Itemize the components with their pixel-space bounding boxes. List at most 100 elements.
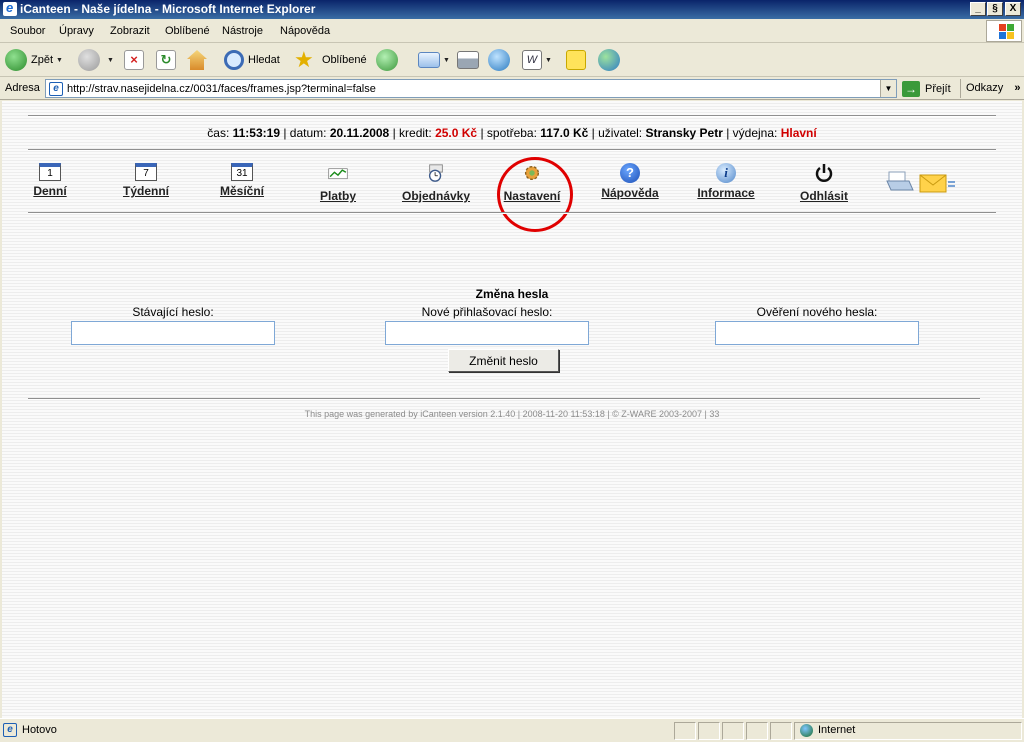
address-dropdown-icon[interactable]: ▼ bbox=[880, 80, 896, 97]
window-title-bar: iCanteen - Naše jídelna - Microsoft Inte… bbox=[0, 0, 1024, 19]
ie-icon bbox=[3, 0, 17, 16]
verify-password-input[interactable] bbox=[715, 321, 919, 345]
printer-icon bbox=[457, 51, 479, 69]
nav-weekly-label: Týdenní bbox=[122, 184, 169, 198]
favorites-button[interactable]: ★ Oblíbené bbox=[294, 48, 367, 72]
ie-page-icon: e bbox=[3, 723, 17, 737]
nav-daily-label: Denní bbox=[33, 184, 67, 198]
nav-orders[interactable]: Objednávky bbox=[398, 163, 474, 203]
credit-label: | kredit: bbox=[392, 126, 432, 140]
search-icon bbox=[224, 50, 244, 70]
divider bbox=[28, 149, 996, 151]
menu-file[interactable]: Soubor bbox=[10, 25, 45, 37]
user-value: Stransky Petr bbox=[645, 126, 723, 140]
address-label: Adresa bbox=[5, 82, 40, 94]
counter-label: | výdejna: bbox=[726, 126, 778, 140]
nav-payments-label: Platby bbox=[319, 189, 356, 203]
refresh-button[interactable]: ↻ bbox=[156, 48, 176, 72]
clock-icon bbox=[428, 164, 443, 182]
go-button[interactable]: → Přejít bbox=[902, 80, 951, 98]
contacts-button[interactable] bbox=[598, 48, 624, 72]
mail-button[interactable]: ▼ bbox=[418, 48, 450, 72]
messenger-icon bbox=[488, 49, 510, 71]
home-button[interactable] bbox=[187, 48, 207, 72]
divider bbox=[28, 212, 996, 214]
nav-info-label: Informace bbox=[697, 186, 755, 200]
change-password-button[interactable]: Změnit heslo bbox=[448, 349, 559, 372]
mail-icon[interactable] bbox=[919, 173, 957, 195]
search-label: Hledat bbox=[248, 54, 280, 66]
window-title: iCanteen - Naše jídelna - Microsoft Inte… bbox=[20, 2, 316, 16]
highlight-circle bbox=[497, 157, 573, 232]
new-password-input[interactable] bbox=[385, 321, 589, 345]
nav-monthly-label: Měsíční bbox=[219, 184, 264, 198]
back-button[interactable]: Zpět ▼ bbox=[5, 48, 63, 72]
refresh-icon: ↻ bbox=[156, 50, 176, 70]
ie-page-icon: e bbox=[49, 82, 63, 96]
credit-value: 25.0 Kč bbox=[435, 126, 478, 140]
status-cell bbox=[722, 722, 744, 740]
menu-tools[interactable]: Nástroje bbox=[222, 25, 263, 37]
word-icon: W bbox=[522, 50, 542, 70]
menu-edit[interactable]: Úpravy bbox=[59, 25, 94, 37]
nav-payments[interactable]: Platby bbox=[316, 163, 360, 203]
history-button[interactable] bbox=[376, 48, 402, 72]
current-password-input[interactable] bbox=[71, 321, 275, 345]
star-icon: ★ bbox=[294, 47, 314, 72]
notes-button[interactable] bbox=[566, 48, 586, 72]
links-button[interactable]: Odkazy » bbox=[960, 79, 1024, 98]
divider bbox=[28, 115, 996, 117]
nav-info[interactable]: i Informace bbox=[694, 163, 758, 200]
url-text[interactable]: http://strav.nasejidelna.cz/0031/faces/f… bbox=[67, 83, 376, 95]
dropdown-arrow-icon[interactable]: ▼ bbox=[545, 57, 552, 64]
current-password-label: Stávající heslo: bbox=[132, 305, 214, 319]
edit-button[interactable]: W ▼ bbox=[522, 48, 552, 72]
forward-button[interactable]: ▼ bbox=[78, 48, 114, 72]
back-label: Zpět bbox=[31, 54, 54, 66]
status-cell bbox=[698, 722, 720, 740]
links-label: Odkazy bbox=[966, 82, 1004, 94]
form-title: Změna hesla bbox=[475, 287, 549, 301]
nav-monthly[interactable]: 31 Měsíční bbox=[216, 163, 268, 198]
dropdown-arrow-icon[interactable]: ▼ bbox=[443, 57, 450, 64]
nav-daily[interactable]: 1 Denní bbox=[30, 163, 70, 198]
mail-icon bbox=[418, 52, 440, 68]
spend-label: | spotřeba: bbox=[480, 126, 537, 140]
note-icon bbox=[566, 50, 586, 70]
nav-logout-label: Odhlásit bbox=[799, 189, 848, 203]
menu-favorites[interactable]: Oblíbené bbox=[165, 25, 210, 37]
search-button[interactable]: Hledat bbox=[224, 48, 280, 72]
nav-weekly[interactable]: 7 Týdenní bbox=[118, 163, 174, 198]
power-icon bbox=[815, 164, 833, 182]
windows-logo-icon bbox=[986, 20, 1022, 42]
status-cell bbox=[746, 722, 768, 740]
address-input[interactable]: e http://strav.nasejidelna.cz/0031/faces… bbox=[45, 79, 897, 98]
date-value: 20.11.2008 bbox=[329, 126, 390, 140]
status-cell bbox=[770, 722, 792, 740]
calendar-day-icon: 1 bbox=[39, 163, 61, 181]
stop-button[interactable]: × bbox=[124, 48, 144, 72]
dropdown-arrow-icon[interactable]: ▼ bbox=[107, 57, 114, 64]
menu-view[interactable]: Zobrazit bbox=[110, 25, 150, 37]
status-text: Hotovo bbox=[22, 724, 57, 736]
page-content: čas: 11:53:19 | datum: 20.11.2008 | kred… bbox=[2, 101, 1022, 718]
maximize-button[interactable]: § bbox=[987, 2, 1003, 16]
close-button[interactable]: X bbox=[1005, 2, 1021, 16]
time-label: čas: bbox=[207, 126, 230, 140]
nav-logout[interactable]: Odhlásit bbox=[797, 163, 851, 203]
menu-help[interactable]: Nápověda bbox=[280, 25, 330, 37]
print-button[interactable] bbox=[457, 48, 479, 72]
dropdown-arrow-icon[interactable]: ▼ bbox=[56, 57, 63, 64]
globe-icon bbox=[800, 724, 813, 737]
printer-icon[interactable] bbox=[885, 170, 915, 196]
minimize-button[interactable]: _ bbox=[970, 2, 986, 16]
status-cell bbox=[674, 722, 696, 740]
info-bar: čas: 11:53:19 | datum: 20.11.2008 | kred… bbox=[2, 126, 1022, 140]
forward-arrow-icon bbox=[78, 49, 100, 71]
verify-password-label: Ověření nového hesla: bbox=[756, 305, 878, 319]
calendar-week-icon: 7 bbox=[135, 163, 157, 181]
zone-text: Internet bbox=[818, 724, 856, 736]
nav-help[interactable]: ? Nápověda bbox=[598, 163, 662, 200]
contacts-icon bbox=[598, 49, 620, 71]
messenger-button[interactable] bbox=[488, 48, 514, 72]
